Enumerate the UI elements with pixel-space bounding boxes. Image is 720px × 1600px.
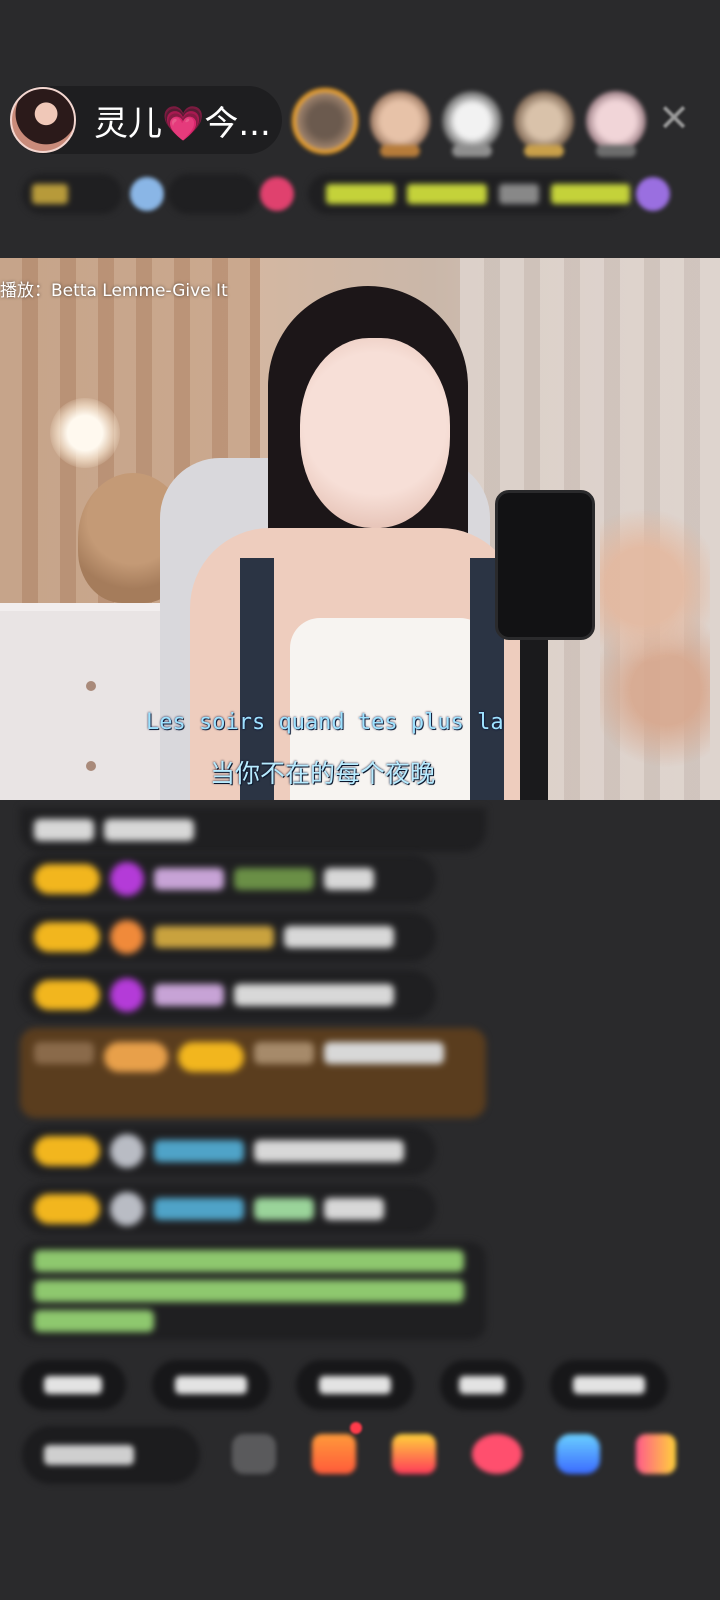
chat-message[interactable] xyxy=(20,1184,436,1234)
chat-message[interactable] xyxy=(20,854,436,904)
bottom-toolbar xyxy=(0,1426,720,1486)
gift-icon[interactable] xyxy=(312,1434,356,1474)
viewer-avatar[interactable] xyxy=(442,91,502,157)
chat-message-highlight[interactable] xyxy=(20,1028,486,1118)
rank-avatar xyxy=(636,177,670,211)
chat-input[interactable] xyxy=(22,1426,200,1484)
host-avatar[interactable] xyxy=(10,87,76,153)
quick-reply-chip[interactable] xyxy=(550,1360,668,1410)
quick-reply-chip[interactable] xyxy=(20,1360,126,1410)
heart-icon[interactable] xyxy=(472,1434,522,1474)
background-lamp xyxy=(50,398,120,468)
now-playing-label: 播放：Betta Lemme-Give It xyxy=(0,281,228,301)
game-icon[interactable] xyxy=(556,1434,600,1474)
viewer-avatar[interactable] xyxy=(292,88,358,154)
viewer-avatar[interactable] xyxy=(370,91,430,157)
quick-reply-chip[interactable] xyxy=(296,1360,414,1410)
emoji-icon[interactable] xyxy=(232,1434,276,1474)
notification-badge xyxy=(350,1422,362,1434)
rank-banner[interactable] xyxy=(308,174,630,214)
quick-reply-chip[interactable] xyxy=(152,1360,270,1410)
system-notice xyxy=(20,1242,486,1340)
chat-message[interactable] xyxy=(20,970,436,1020)
rank-avatar xyxy=(130,177,164,211)
chat-message[interactable] xyxy=(20,1126,436,1176)
chat-message[interactable] xyxy=(20,912,436,962)
host-info-pill[interactable]: 灵儿💗今... xyxy=(10,86,282,154)
host-name: 灵儿💗今... xyxy=(94,103,271,144)
viewer-avatar[interactable] xyxy=(586,91,646,157)
subtitle-translation: 当你不在的每个夜晚 xyxy=(210,759,436,788)
microphone-stand xyxy=(520,638,548,800)
quick-reply-chip[interactable] xyxy=(440,1360,524,1410)
background-decor xyxy=(600,508,710,768)
live-video[interactable]: 播放：Betta Lemme-Give It Les soirs quand t… xyxy=(0,258,720,800)
quick-reply-bar xyxy=(20,1360,668,1410)
top-viewers-list xyxy=(292,86,646,157)
rank-chip[interactable] xyxy=(22,174,122,214)
subtitle-original: Les soirs quand tes plus la xyxy=(146,710,504,735)
rank-avatar xyxy=(260,177,294,211)
more-icon[interactable] xyxy=(636,1434,676,1474)
chat-message[interactable] xyxy=(20,808,486,852)
rank-bar[interactable] xyxy=(22,170,688,218)
microphone xyxy=(495,490,595,640)
rank-chip[interactable] xyxy=(168,174,258,214)
viewer-avatar[interactable] xyxy=(514,91,574,157)
coupon-icon[interactable] xyxy=(392,1434,436,1474)
streamer-face xyxy=(300,338,450,528)
close-icon[interactable]: ✕ xyxy=(652,96,696,140)
